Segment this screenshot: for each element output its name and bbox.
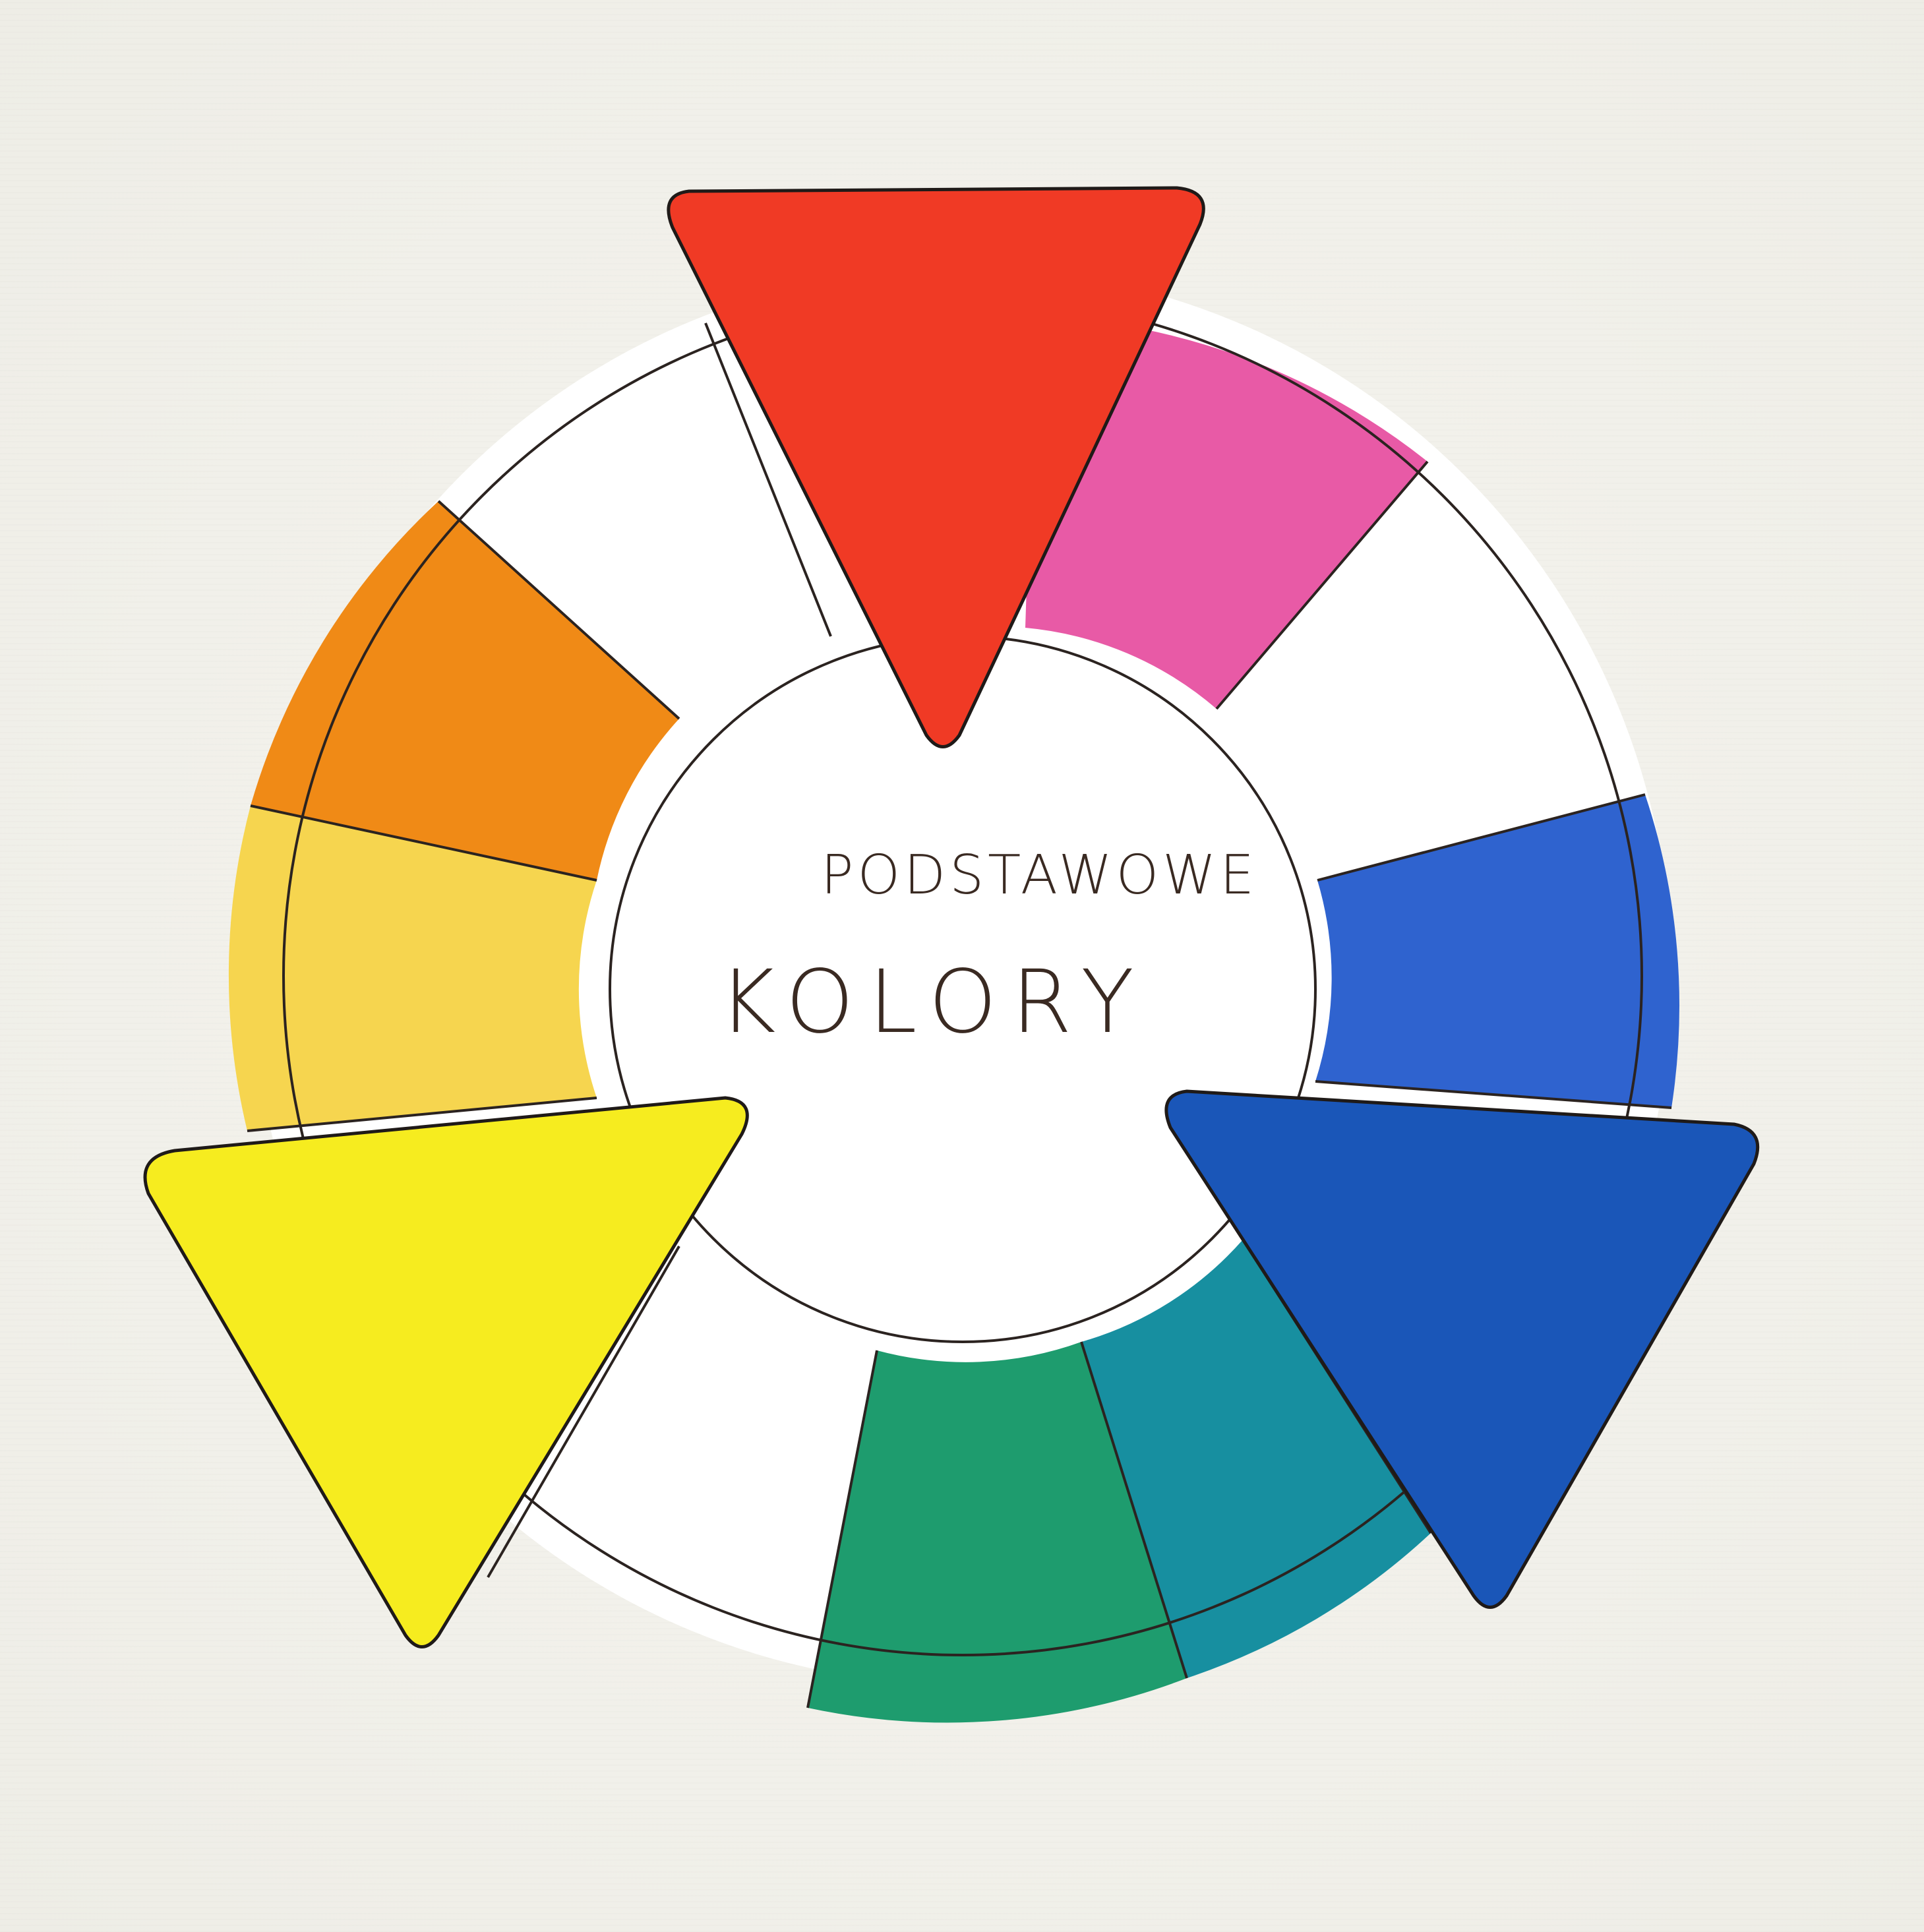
title-podstawowe: PODSTAWOWE	[821, 844, 1258, 907]
title-kolory: KOLORY	[719, 951, 1149, 1053]
drawing-page: PODSTAWOWE KOLORY	[0, 0, 1924, 1932]
color-wheel-diagram: PODSTAWOWE KOLORY	[143, 186, 1760, 1723]
